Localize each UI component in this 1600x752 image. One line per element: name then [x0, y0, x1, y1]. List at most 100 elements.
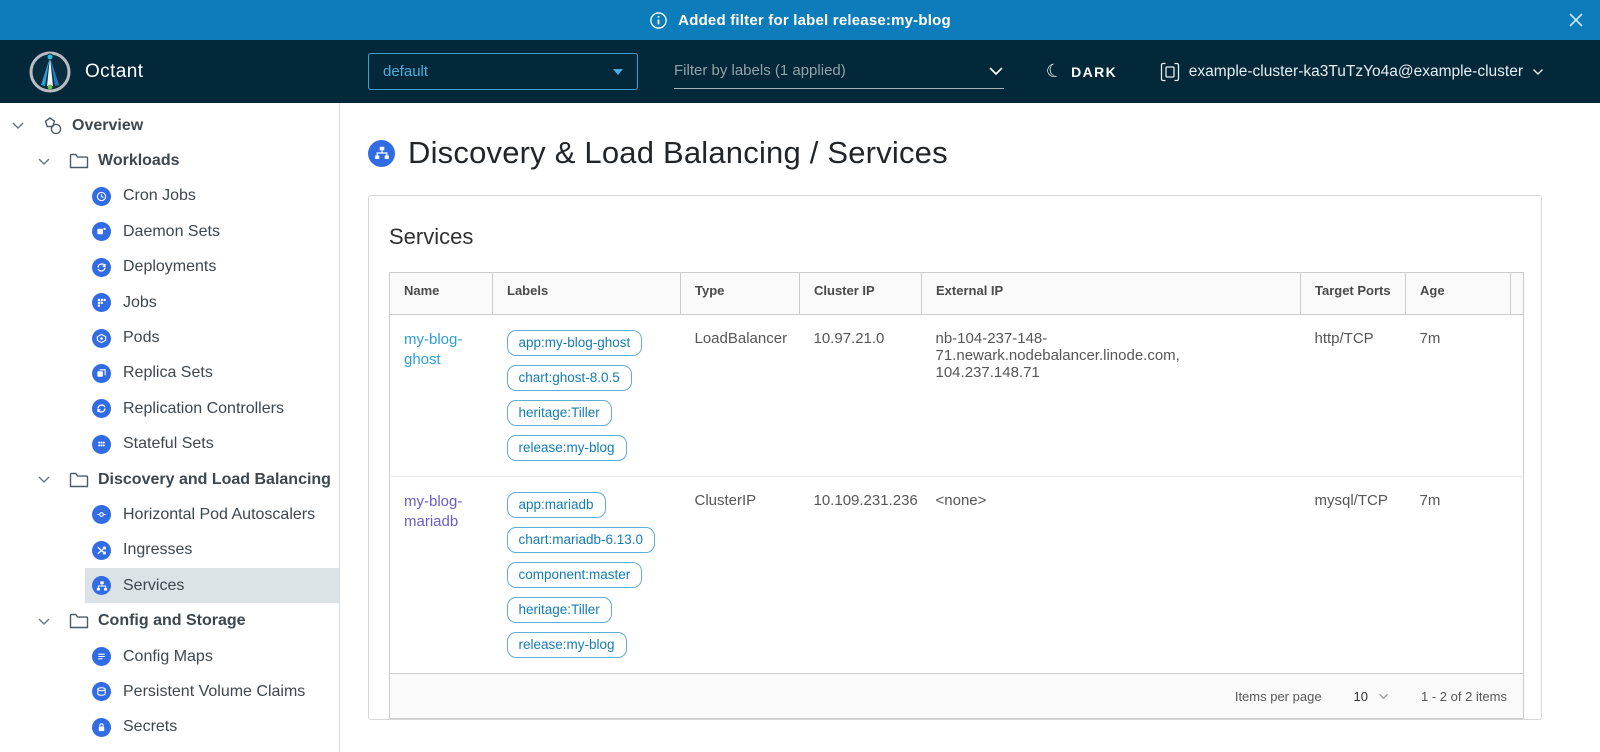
service-name-link[interactable]: my-blog-ghost: [404, 331, 462, 368]
column-header-labels: Labels: [493, 273, 681, 315]
dark-theme-toggle[interactable]: ☾ DARK: [1046, 40, 1117, 103]
namespace-dropdown[interactable]: default: [368, 53, 638, 90]
chevron-down-icon: [1532, 68, 1544, 76]
deployments-icon: [92, 258, 111, 277]
sidebar-item-label: Jobs: [123, 294, 157, 312]
sidebar-item-label: Replication Controllers: [123, 400, 284, 418]
column-header-name: Name: [390, 273, 493, 315]
table-row: my-blog-mariadb app:mariadb chart:mariad…: [390, 477, 1524, 674]
label-chip[interactable]: release:my-blog: [507, 435, 627, 461]
page-title: Discovery & Load Balancing / Services: [408, 135, 948, 171]
label-chip[interactable]: heritage:Tiller: [507, 597, 612, 623]
info-icon: [649, 11, 668, 30]
label-chip[interactable]: chart:ghost-8.0.5: [507, 365, 632, 391]
sidebar-item-cron-jobs[interactable]: Cron Jobs: [85, 179, 339, 214]
configmaps-icon: [92, 647, 111, 666]
sidebar-item-daemon-sets[interactable]: Daemon Sets: [85, 214, 339, 249]
app-title: Octant: [85, 61, 143, 83]
column-header-age: Age: [1406, 273, 1511, 315]
objects-icon: [43, 116, 63, 136]
jobs-icon: [92, 293, 111, 312]
label-chip[interactable]: release:my-blog: [507, 632, 627, 658]
label-filter-text: Filter by labels (1 applied): [674, 62, 846, 79]
sidebar-group-discovery-and-load-balancing[interactable]: Discovery and Load Balancing: [0, 462, 339, 497]
namespace-value: default: [383, 63, 428, 80]
cluster-selector[interactable]: example-cluster-ka3TuTzYo4a@example-clus…: [1160, 40, 1544, 103]
sidebar-item-label: Discovery and Load Balancing: [98, 471, 331, 489]
services-icon: [92, 576, 111, 595]
card-title: Services: [389, 224, 1521, 250]
column-header-type: Type: [681, 273, 800, 315]
close-icon[interactable]: [1566, 10, 1586, 30]
sidebar-item-label: Config Maps: [123, 648, 213, 666]
page-size-select[interactable]: 10: [1352, 686, 1391, 707]
sidebar-item-label: Horizontal Pod Autoscalers: [123, 506, 315, 524]
sidebar-item-services[interactable]: Services: [85, 568, 339, 603]
label-chip[interactable]: app:my-blog-ghost: [507, 330, 643, 356]
page-size-value: 10: [1354, 689, 1368, 704]
notification-banner: Added filter for label release:my-blog: [0, 0, 1600, 40]
sidebar-item-config-maps[interactable]: Config Maps: [85, 639, 339, 674]
sidebar-group-config-and-storage[interactable]: Config and Storage: [0, 603, 339, 638]
sidebar-item-label: Stateful Sets: [123, 435, 214, 453]
sidebar-item-label: Workloads: [98, 152, 180, 170]
items-per-page-label: Items per page: [1235, 689, 1322, 704]
sidebar-group-workloads[interactable]: Workloads: [0, 143, 339, 178]
sidebar-item-persistent-volume-claims[interactable]: Persistent Volume Claims: [85, 674, 339, 709]
chevron-down-icon[interactable]: [37, 157, 51, 166]
octant-logo-icon: [28, 50, 72, 94]
banner-message: Added filter for label release:my-blog: [678, 12, 951, 29]
folder-icon: [69, 613, 89, 629]
cronjobs-icon: [92, 187, 111, 206]
sidebar-item-label: Daemon Sets: [123, 223, 220, 241]
sidebar-item-horizontal-pod-autoscalers[interactable]: Horizontal Pod Autoscalers: [85, 497, 339, 532]
cluster-name: example-cluster-ka3TuTzYo4a@example-clus…: [1189, 63, 1523, 81]
sidebar-item-label: Services: [123, 577, 184, 595]
chevron-down-icon[interactable]: [11, 121, 25, 130]
sidebar-item-jobs[interactable]: Jobs: [85, 285, 339, 320]
sidebar-item-label: Config and Storage: [98, 612, 246, 630]
sidebar-item-overview[interactable]: Overview: [0, 108, 339, 143]
target-ports: http/TCP: [1301, 315, 1406, 477]
sidebar-item-label: Deployments: [123, 258, 216, 276]
label-chip-list: app:my-blog-ghost chart:ghost-8.0.5 heri…: [507, 330, 667, 461]
replication-controllers-icon: [92, 399, 111, 418]
table-header-row: Name Labels Type Cluster IP External IP …: [390, 273, 1524, 315]
pagination: Items per page 10 1 - 2 of 2 items: [406, 686, 1507, 707]
cluster-icon: [1160, 62, 1180, 82]
statefulsets-icon: [92, 435, 111, 454]
pagination-range: 1 - 2 of 2 items: [1421, 689, 1507, 704]
chevron-down-icon[interactable]: [37, 617, 51, 626]
chevron-down-icon[interactable]: [37, 475, 51, 484]
external-ip: <none>: [922, 477, 1301, 674]
label-chip[interactable]: heritage:Tiller: [507, 400, 612, 426]
sidebar-item-pods[interactable]: Pods: [85, 320, 339, 355]
sidebar-item-stateful-sets[interactable]: Stateful Sets: [85, 427, 339, 462]
column-header-external-ip: External IP: [922, 273, 1301, 315]
sidebar-item-ingresses[interactable]: Ingresses: [85, 533, 339, 568]
label-chip[interactable]: component:master: [507, 562, 643, 588]
table-footer-row: Items per page 10 1 - 2 of 2 items: [390, 674, 1524, 719]
folder-icon: [69, 153, 89, 169]
theme-toggle-label: DARK: [1071, 64, 1117, 80]
services-icon: [368, 140, 395, 167]
label-chip-list: app:mariadb chart:mariadb-6.13.0 compone…: [507, 492, 667, 658]
pods-icon: [92, 329, 111, 348]
sidebar-item-replication-controllers[interactable]: Replication Controllers: [85, 391, 339, 426]
sidebar-item-secrets[interactable]: Secrets: [85, 710, 339, 745]
hpa-icon: [92, 505, 111, 524]
sidebar-item-label: Replica Sets: [123, 364, 213, 382]
label-chip[interactable]: app:mariadb: [507, 492, 606, 518]
ingresses-icon: [92, 541, 111, 560]
replicasets-icon: [92, 364, 111, 383]
service-name-link[interactable]: my-blog-mariadb: [404, 493, 462, 530]
sidebar-item-replica-sets[interactable]: Replica Sets: [85, 356, 339, 391]
moon-icon: ☾: [1044, 59, 1065, 83]
sidebar-nav: Overview Workloads Cron Jobs: [0, 103, 340, 752]
label-filter-input[interactable]: Filter by labels (1 applied): [674, 62, 1004, 89]
sidebar-item-deployments[interactable]: Deployments: [85, 250, 339, 285]
main-content: Discovery & Load Balancing / Services Se…: [340, 103, 1600, 752]
label-chip[interactable]: chart:mariadb-6.13.0: [507, 527, 656, 553]
target-ports: mysql/TCP: [1301, 477, 1406, 674]
sidebar-item-label: Ingresses: [123, 541, 192, 559]
